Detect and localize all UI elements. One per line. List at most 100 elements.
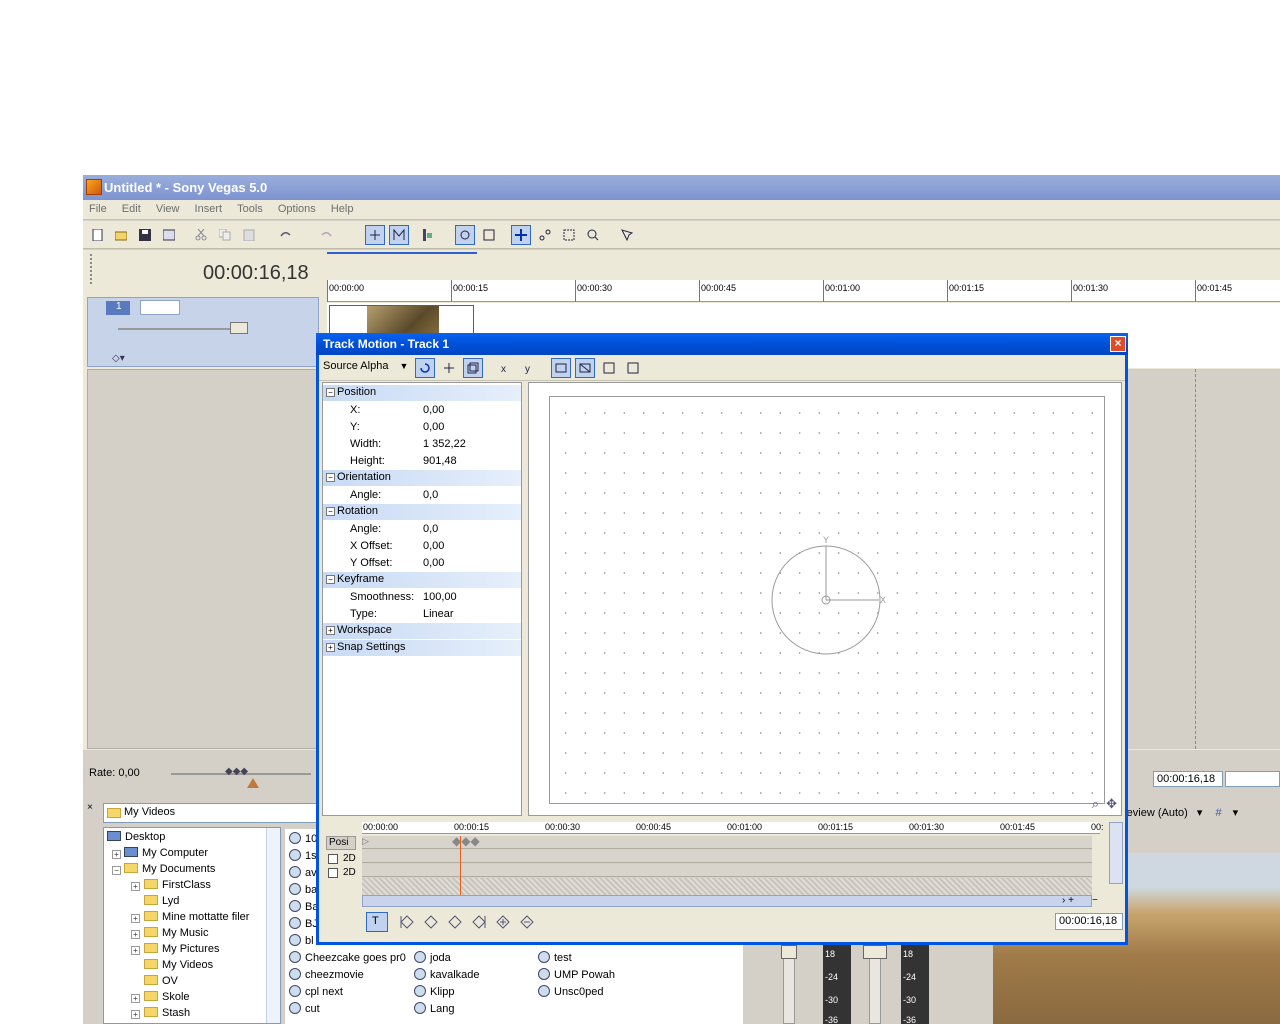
rate-pointer-icon[interactable] — [247, 778, 259, 788]
prop-orientation-angle[interactable]: Angle: 0,0 — [323, 487, 521, 504]
prop-rotation-angle[interactable]: Angle: 0,0 — [323, 521, 521, 538]
lane-checkbox[interactable] — [328, 854, 338, 864]
source-alpha-dropdown[interactable]: Source Alpha ▼ — [323, 360, 408, 372]
expand-icon[interactable]: + — [131, 946, 140, 955]
menu-options[interactable]: Options — [272, 200, 322, 215]
expand-icon[interactable]: + — [131, 914, 140, 923]
prop-x-offset[interactable]: X Offset: 0,00 — [323, 538, 521, 555]
previous-keyframe-button[interactable] — [424, 915, 438, 929]
prop-smoothness[interactable]: Smoothness: 100,00 — [323, 589, 521, 606]
expand-icon[interactable]: + — [131, 1010, 140, 1019]
chevron-down-icon[interactable]: ▾ — [1233, 807, 1239, 819]
zoom-out-icon[interactable]: − — [1092, 895, 1098, 906]
prop-x[interactable]: X: 0,00 — [323, 402, 521, 419]
tree-item-my-pictures[interactable]: My Pictures — [144, 943, 219, 955]
dialog-title-bar[interactable]: Track Motion - Track 1 × — [316, 333, 1128, 355]
track-name-field[interactable] — [140, 300, 180, 315]
track-header[interactable]: 1 ◇▾ — [87, 297, 319, 367]
whats-this-button[interactable] — [617, 225, 637, 245]
prop-height[interactable]: Height: 901,48 — [323, 453, 521, 470]
tree-item-stash[interactable]: Stash — [144, 1007, 190, 1019]
snapping-button[interactable] — [417, 225, 437, 245]
lock-x-button[interactable]: x — [495, 358, 515, 378]
menu-view[interactable]: View — [150, 200, 186, 215]
group-keyframe[interactable]: − Keyframe — [323, 572, 521, 588]
main-title-bar[interactable]: Untitled * - Sony Vegas 5.0 — [83, 175, 1280, 200]
tree-item-desktop[interactable]: Desktop — [107, 831, 165, 843]
file-item[interactable]: bl — [289, 934, 314, 947]
cursor-time-field[interactable]: 00:00:16,18 — [1153, 771, 1223, 787]
menu-tools[interactable]: Tools — [231, 200, 269, 215]
edit-tool-button[interactable] — [455, 225, 475, 245]
prop-y-offset[interactable]: Y Offset: 0,00 — [323, 555, 521, 572]
zoom-icon[interactable]: ⌕ — [1092, 796, 1099, 812]
file-item[interactable]: cut — [289, 1002, 320, 1015]
expand-icon[interactable]: + — [112, 850, 121, 859]
group-orientation[interactable]: − Orientation — [323, 470, 521, 486]
keyframe-time-field[interactable]: 00:00:16,18 — [1055, 913, 1123, 930]
group-snap-settings[interactable]: + Snap Settings — [323, 640, 521, 656]
new-button[interactable] — [87, 225, 107, 245]
chevron-down-icon[interactable]: ▾ — [1197, 807, 1203, 819]
file-item[interactable]: Unsc0ped — [538, 985, 604, 998]
keyframe-lane[interactable] — [362, 850, 1092, 863]
collapse-icon[interactable]: − — [326, 575, 335, 584]
tree-item-mine-mottatte-filer[interactable]: Mine mottatte filer — [144, 911, 249, 923]
expand-icon[interactable]: + — [131, 882, 140, 891]
keyframe-marker-icon[interactable]: ◆◆◆ — [452, 834, 480, 848]
group-position[interactable]: − Position — [323, 385, 521, 401]
open-button[interactable] — [111, 225, 131, 245]
prevent-x-button[interactable] — [599, 358, 619, 378]
group-workspace[interactable]: + Workspace — [323, 623, 521, 639]
preview-quality-dropdown[interactable]: review (Auto) — [1123, 807, 1188, 819]
collapse-icon[interactable]: − — [326, 388, 335, 397]
undo-button[interactable] — [275, 225, 295, 245]
tree-item-my-computer[interactable]: My Computer — [124, 847, 208, 859]
keyframe-lane[interactable] — [362, 864, 1092, 877]
file-item[interactable]: Lang — [414, 1002, 454, 1015]
next-keyframe-button[interactable] — [448, 915, 462, 929]
file-item[interactable]: joda — [414, 951, 451, 964]
menu-file[interactable]: File — [83, 200, 113, 215]
explorer-path-field[interactable]: My Videos — [103, 803, 333, 823]
file-item[interactable]: cheezmovie — [289, 968, 364, 981]
prevent-y-button[interactable] — [623, 358, 643, 378]
collapse-icon[interactable]: − — [326, 473, 335, 482]
expand-icon[interactable]: + — [326, 643, 335, 652]
paste-button[interactable] — [239, 225, 259, 245]
save-button[interactable] — [135, 225, 155, 245]
loop-region-bar[interactable] — [327, 252, 477, 254]
prop-type[interactable]: Type: Linear — [323, 606, 521, 623]
menu-help[interactable]: Help — [325, 200, 360, 215]
lock-y-button[interactable]: y — [519, 358, 539, 378]
grid-icon[interactable]: # — [1215, 807, 1221, 819]
enable-rotation-button[interactable] — [439, 358, 459, 378]
menu-edit[interactable]: Edit — [116, 200, 147, 215]
timeline-ruler[interactable]: 00:00:00 00:00:15 00:00:30 00:00:45 00:0… — [327, 280, 1280, 302]
prop-width[interactable]: Width: 1 352,22 — [323, 436, 521, 453]
expand-icon[interactable]: + — [131, 994, 140, 1003]
file-item[interactable]: cpl next — [289, 985, 343, 998]
tree-scrollbar[interactable] — [266, 828, 280, 1023]
close-pane-icon[interactable]: × — [87, 802, 93, 813]
normal-edit-button[interactable] — [511, 225, 531, 245]
dialog-close-button[interactable]: × — [1110, 336, 1126, 352]
lane-checkbox[interactable] — [328, 868, 338, 878]
auto-ripple-button[interactable] — [365, 225, 385, 245]
file-item[interactable]: Ba — [289, 900, 318, 913]
zoom-edit-button[interactable] — [583, 225, 603, 245]
sync-cursor-button[interactable]: T — [366, 912, 388, 932]
zoom-in-icon[interactable]: › + — [1062, 895, 1074, 906]
mixer-fader-thumb[interactable] — [781, 945, 797, 959]
motion-canvas[interactable]: Y X ⌕ ✥ — [528, 382, 1122, 816]
delete-keyframe-button[interactable] — [520, 915, 534, 929]
file-item[interactable]: 1s — [289, 849, 317, 862]
selection-edit-button[interactable] — [559, 225, 579, 245]
file-item[interactable]: UMP Powah — [538, 968, 615, 981]
lane-header[interactable]: Posi — [326, 836, 356, 850]
menu-insert[interactable]: Insert — [189, 200, 229, 215]
file-item[interactable]: 10 — [289, 832, 317, 845]
rotation-gizmo[interactable]: Y X — [549, 396, 1105, 804]
master-fader-thumb[interactable] — [863, 945, 887, 959]
tree-item-firstclass[interactable]: FirstClass — [144, 879, 211, 891]
